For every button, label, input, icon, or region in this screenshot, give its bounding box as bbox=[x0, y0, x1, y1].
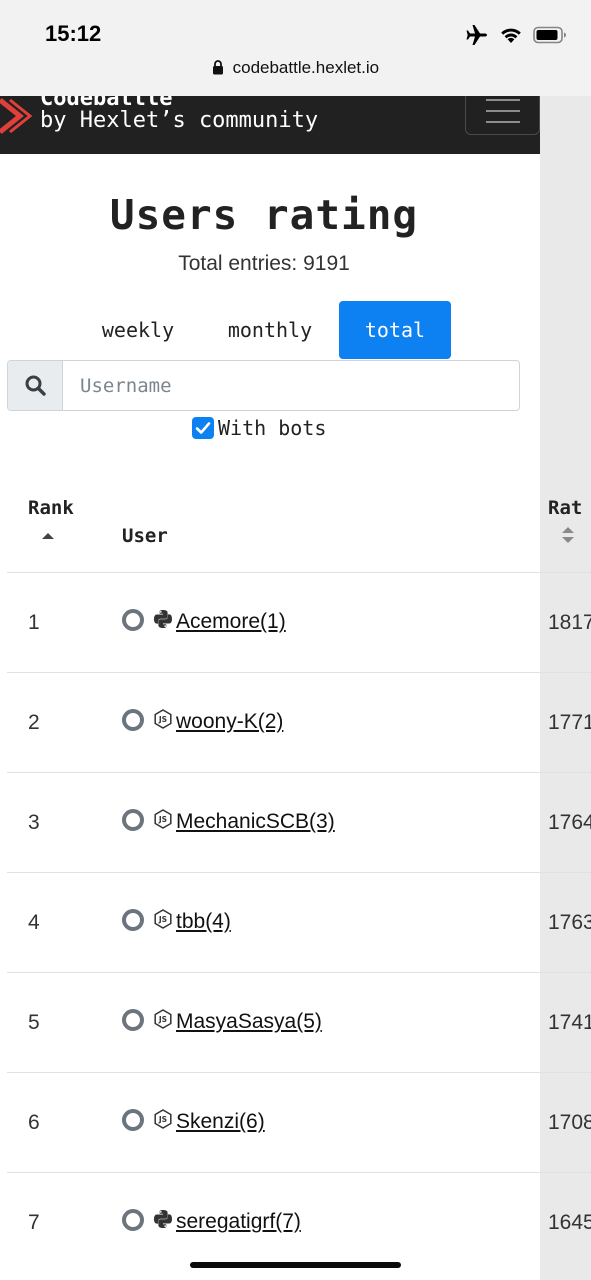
rating-cell: 1771 bbox=[548, 711, 591, 734]
sort-up-icon[interactable] bbox=[41, 532, 55, 540]
status-bar: 15:12 bbox=[0, 0, 591, 58]
airplane-icon bbox=[466, 25, 487, 45]
table-row: 3 JS MechanicSCB(3) 1764 bbox=[7, 772, 591, 872]
nodejs-icon: JS bbox=[153, 909, 173, 929]
rating-cell: 1817 bbox=[548, 611, 591, 634]
svg-text:JS: JS bbox=[158, 1115, 167, 1124]
table-row: 5 JS MasyaSasya(5) 1741 bbox=[7, 972, 591, 1072]
navbar: Codebattle by Hexlet’s community bbox=[0, 96, 540, 154]
nodejs-icon: JS bbox=[153, 1009, 173, 1029]
brand-subtitle[interactable]: by Hexlet’s community bbox=[40, 108, 318, 133]
user-link[interactable]: tbb(4) bbox=[176, 910, 231, 934]
lock-icon bbox=[212, 60, 223, 75]
user-link[interactable]: MechanicSCB(3) bbox=[176, 810, 335, 834]
online-status-icon bbox=[122, 1209, 144, 1231]
column-header-user[interactable]: User bbox=[122, 525, 168, 547]
rating-cell: 1741 bbox=[548, 1011, 591, 1034]
svg-text:JS: JS bbox=[158, 1015, 167, 1024]
url-bar[interactable]: codebattle.hexlet.io bbox=[0, 58, 591, 96]
checkmark-icon bbox=[195, 422, 211, 434]
hamburger-icon bbox=[486, 110, 520, 112]
online-status-icon bbox=[122, 1109, 144, 1131]
rating-cell: 1764 bbox=[548, 811, 591, 834]
rating-cell: 1763 bbox=[548, 911, 591, 934]
svg-text:JS: JS bbox=[158, 715, 167, 724]
sort-both-icon[interactable] bbox=[561, 526, 575, 544]
page-viewport: Codebattle by Hexlet’s community Users r… bbox=[0, 96, 591, 1280]
online-status-icon bbox=[122, 609, 144, 631]
nodejs-icon: JS bbox=[153, 809, 173, 829]
tab-weekly[interactable]: weekly bbox=[82, 301, 194, 359]
rating-cell: 1708 bbox=[548, 1111, 591, 1134]
home-indicator bbox=[190, 1262, 401, 1268]
python-icon bbox=[153, 1209, 173, 1229]
rank-cell: 4 bbox=[28, 911, 40, 934]
table-row: 1 Acemore(1) 1817 bbox=[7, 572, 591, 672]
user-link[interactable]: woony-K(2) bbox=[176, 710, 283, 734]
online-status-icon bbox=[122, 1009, 144, 1031]
tab-total[interactable]: total bbox=[339, 301, 451, 359]
rank-cell: 2 bbox=[28, 711, 40, 734]
total-entries: Total entries: 9191 bbox=[178, 252, 350, 275]
page-content: Codebattle by Hexlet’s community Users r… bbox=[0, 96, 591, 1280]
with-bots-toggle[interactable]: With bots bbox=[192, 416, 326, 440]
rating-cell: 1645 bbox=[548, 1211, 591, 1234]
rank-cell: 1 bbox=[28, 611, 40, 634]
online-status-icon bbox=[122, 909, 144, 931]
user-link[interactable]: MasyaSasya(5) bbox=[176, 1010, 322, 1034]
online-status-icon bbox=[122, 809, 144, 831]
table-row: 6 JS Skenzi(6) 1708 bbox=[7, 1072, 591, 1172]
username-search-input[interactable] bbox=[64, 361, 519, 410]
rank-cell: 5 bbox=[28, 1011, 40, 1034]
wifi-icon bbox=[501, 28, 521, 43]
rank-cell: 6 bbox=[28, 1111, 40, 1134]
navbar-menu-button[interactable] bbox=[465, 96, 540, 135]
with-bots-label[interactable]: With bots bbox=[218, 416, 326, 440]
nodejs-icon: JS bbox=[153, 1109, 173, 1129]
hamburger-icon bbox=[486, 121, 520, 123]
table-row: 4 JS tbb(4) 1763 bbox=[7, 872, 591, 972]
status-icons bbox=[465, 24, 567, 46]
svg-text:JS: JS bbox=[158, 815, 167, 824]
table-row: 2 JS woony-K(2) 1771 bbox=[7, 672, 591, 772]
column-header-rating[interactable]: Rat bbox=[548, 497, 582, 519]
search-icon bbox=[25, 375, 46, 396]
search-group bbox=[7, 360, 520, 411]
search-addon bbox=[8, 361, 63, 410]
page-title: Users rating bbox=[109, 191, 419, 239]
url-text: codebattle.hexlet.io bbox=[232, 58, 380, 77]
online-status-icon bbox=[122, 709, 144, 731]
with-bots-checkbox[interactable] bbox=[192, 417, 214, 439]
table-row: 7 seregatigrf(7) 1645 bbox=[7, 1172, 591, 1272]
svg-text:JS: JS bbox=[158, 915, 167, 924]
user-link[interactable]: Acemore(1) bbox=[176, 610, 286, 634]
rank-cell: 3 bbox=[28, 811, 40, 834]
status-time: 15:12 bbox=[45, 21, 102, 46]
nodejs-icon: JS bbox=[153, 709, 173, 729]
codebattle-logo-icon[interactable] bbox=[0, 96, 36, 138]
battery-icon bbox=[533, 26, 566, 44]
user-link[interactable]: seregatigrf(7) bbox=[176, 1210, 301, 1234]
column-header-rank[interactable]: Rank bbox=[28, 497, 74, 519]
user-link[interactable]: Skenzi(6) bbox=[176, 1110, 265, 1134]
tab-monthly[interactable]: monthly bbox=[210, 301, 330, 359]
python-icon bbox=[153, 609, 173, 629]
hamburger-icon bbox=[486, 99, 520, 101]
rank-cell: 7 bbox=[28, 1211, 40, 1234]
